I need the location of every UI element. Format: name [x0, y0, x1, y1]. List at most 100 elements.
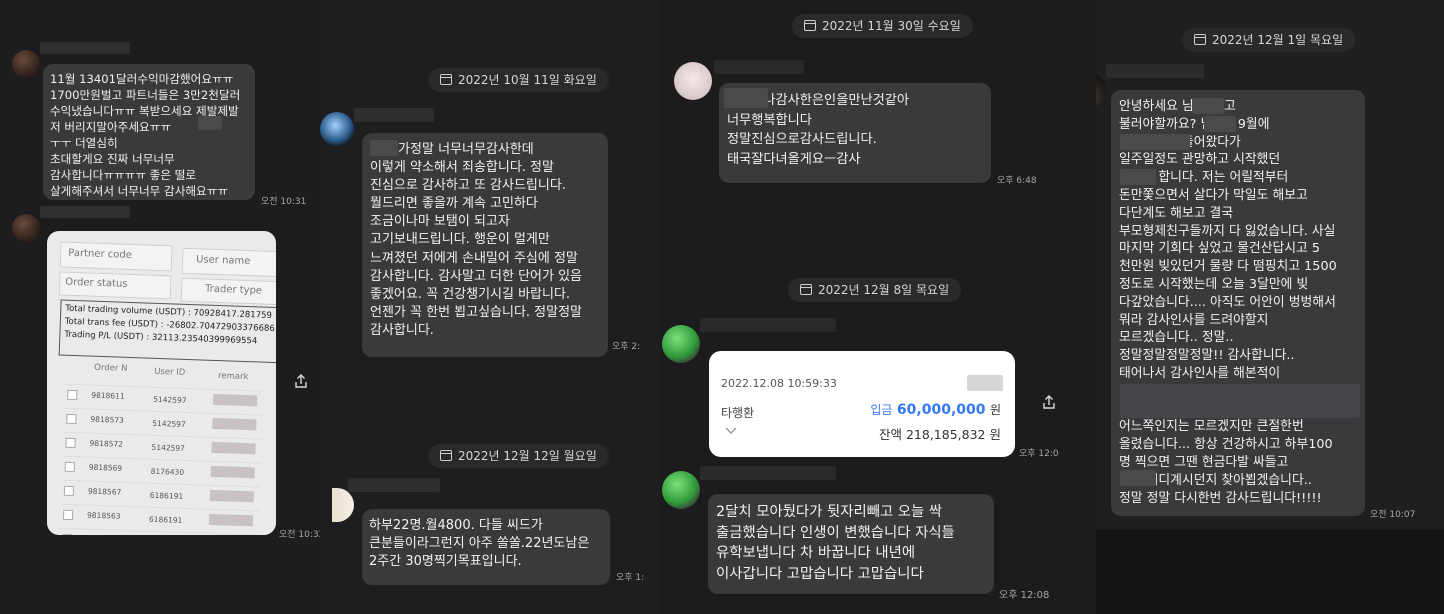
balance-label: 잔액 [878, 427, 902, 442]
sender-name-redacted [40, 206, 130, 218]
message-time: 오후 2:36 [612, 342, 640, 352]
user-id: 6186191 [149, 490, 184, 501]
order-rows: 9818611 5142597 9818573 5142597 9818572 51425… [47, 231, 276, 535]
share-button[interactable] [287, 368, 315, 396]
message-bubble: 하부22명.월4800. 다들 씨드가 큰분들이라그런지 아주 쏠쏠.22년도남… [362, 509, 610, 585]
sender-name-redacted [700, 466, 836, 480]
row-checkbox [62, 533, 73, 535]
calendar-icon [440, 450, 452, 461]
order-number: 9818572 [89, 438, 124, 449]
user-id: 6186191 [148, 514, 183, 525]
chat-panel-4: 2022년 12월 1일 목요일 안녕하세요 님?이라고 불러야할까요? 님^^… [1096, 0, 1444, 614]
chat-panel-1: 11월 13401달러수익마감했어요ㅠㅠ 1700만원벌고 파트너들은 3만2천… [0, 0, 320, 614]
message-bubble: 안녕하세요 님?이라고 불러야할까요? 님^^ 9월에 반신반의로 들어왔다가 … [1111, 90, 1365, 516]
table-row: 9818572 5142597 [61, 431, 262, 460]
order-number: 9818573 [90, 414, 125, 425]
date-divider: 2022년 12월 8일 목요일 [788, 278, 962, 302]
remark-redacted [211, 441, 256, 455]
sender-name-redacted [714, 60, 804, 74]
calendar-icon [440, 74, 452, 85]
sender-name-redacted [354, 108, 434, 122]
table-row: 9818573 5142597 [62, 407, 263, 436]
sender-bank-type: 타행환 [721, 406, 755, 420]
message-time: 오후 1:18 [616, 573, 644, 583]
transaction-datetime: 2022.12.08 10:59:33 [721, 377, 837, 390]
chevron-down-icon[interactable] [725, 427, 737, 435]
date-divider: 2022년 11월 30일 수요일 [792, 14, 973, 38]
sender-avatar[interactable] [662, 325, 700, 363]
remark-redacted [213, 393, 258, 407]
row-checkbox [64, 461, 75, 473]
balance-amount: 218,185,832 [905, 427, 986, 442]
balance-line: 잔액 218,185,832 원 [879, 424, 1001, 443]
sender-avatar[interactable] [1096, 72, 1106, 108]
deposit-line: 입금 60,000,000 원 [870, 401, 1001, 418]
user-id: 5142597 [153, 394, 187, 405]
partner-code-label: Partner code [68, 247, 133, 261]
card-time: 오후 12:0 [1019, 449, 1059, 459]
message-time: 오후 6:48 [997, 176, 1037, 186]
col-order: Order N [94, 362, 128, 374]
table-row: 9818611 5142597 [62, 383, 264, 412]
calendar-icon [804, 20, 816, 31]
row-checkbox [66, 413, 77, 425]
message-time: 오전 10:31 [261, 197, 307, 207]
chat-panel-2: 2022년 10월 11일 화요일 님 제가정말 너무너무감사한데 이렇게 약소… [320, 0, 660, 614]
redacted-name [724, 88, 768, 108]
date-divider: 2022년 10월 11일 화요일 [428, 68, 609, 92]
balance-won: 원 [989, 427, 1001, 442]
message-bubble: 님 제가정말 너무너무감사한데 이렇게 약소해서 죄송합니다. 정말 진심으로 … [362, 133, 608, 357]
message-bubble: 2달치 모아뒀다가 뒷자리빼고 오늘 싹 출금했습니다 인생이 변했습니다 자식… [708, 494, 994, 594]
redacted-name [1192, 98, 1224, 114]
date-divider: 2022년 12월 12일 월요일 [428, 444, 609, 468]
sender-avatar[interactable] [674, 62, 712, 100]
redacted-name [198, 116, 222, 130]
redacted-name [1204, 116, 1236, 132]
share-button[interactable] [1035, 389, 1063, 417]
date-divider: 2022년 12월 1일 목요일 [1182, 28, 1356, 52]
totals-box: Total trading volume (USDT) : 70928417.2… [58, 299, 276, 364]
redacted-name [1120, 384, 1360, 418]
deposit-won: 원 [989, 403, 1001, 417]
user-name-label: User name [195, 254, 251, 268]
share-icon [1043, 395, 1055, 409]
deposit-label: 입금 [870, 403, 893, 417]
row-checkbox [67, 389, 78, 401]
message-bubble: 11월 13401달러수익마감했어요ㅠㅠ 1700만원벌고 파트너들은 3만2천… [43, 64, 255, 200]
sender-avatar[interactable] [332, 488, 354, 522]
table-row: 9818563 6186191 [58, 503, 260, 532]
table-row: 9818569 8176430 [60, 455, 262, 484]
deposit-amount: 60,000,000 [896, 402, 986, 418]
redacted-name [1120, 134, 1190, 150]
sender-avatar[interactable] [662, 471, 700, 509]
remark-redacted [212, 417, 257, 431]
sender-name-redacted [40, 42, 130, 54]
remark-redacted [208, 513, 254, 527]
photo-time: 오전 10:32 [279, 530, 320, 540]
message-time: 오후 12:08 [999, 590, 1050, 601]
col-remark: remark [217, 371, 249, 383]
order-status-label: Order status [65, 276, 128, 290]
empty-area [1096, 530, 1444, 614]
user-id: 5142597 [151, 442, 186, 453]
sender-avatar[interactable] [12, 214, 40, 242]
calendar-icon [800, 284, 812, 295]
account-redacted [967, 375, 1003, 391]
sender-avatar[interactable] [12, 50, 40, 78]
message-time: 오전 10:07 [1370, 510, 1416, 520]
col-user: User ID [153, 366, 186, 378]
order-number: 9818569 [88, 462, 123, 473]
sender-name-redacted [1106, 64, 1204, 78]
trading-screenshot-image[interactable]: Partner code User name Order status Trad… [47, 231, 276, 535]
remark-redacted [209, 489, 255, 503]
redacted-name [370, 140, 398, 156]
table-row: 9818567 6186191 [59, 479, 261, 508]
sender-name-redacted [348, 478, 440, 492]
order-number: 9818563 [86, 510, 121, 521]
deposit-notification-card[interactable]: 2022.12.08 10:59:33 타행환 입금 60,000,000 원 … [709, 351, 1015, 457]
calendar-icon [1194, 34, 1206, 45]
sender-name-redacted [700, 318, 836, 332]
sender-avatar[interactable] [320, 112, 354, 146]
order-number: 9818611 [91, 390, 125, 401]
user-id: 5142597 [152, 418, 186, 429]
